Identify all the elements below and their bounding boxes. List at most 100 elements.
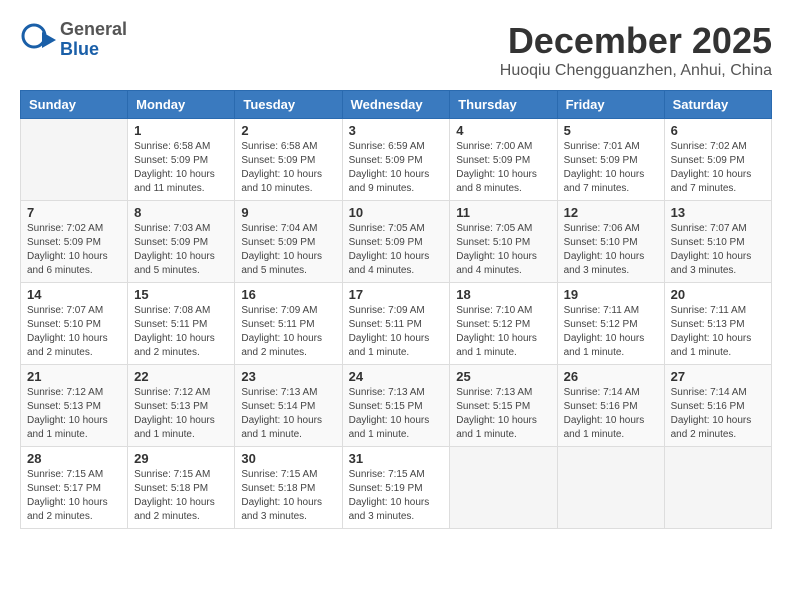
day-number: 28 [27, 451, 121, 466]
location: Huoqiu Chengguanzhen, Anhui, China [500, 62, 772, 80]
calendar-cell: 20 Sunrise: 7:11 AMSunset: 5:13 PMDayligh… [664, 283, 771, 365]
day-number: 9 [241, 205, 335, 220]
day-number: 12 [564, 205, 658, 220]
weekday-header-saturday: Saturday [664, 91, 771, 119]
calendar-cell: 16 Sunrise: 7:09 AMSunset: 5:11 PMDayligh… [235, 283, 342, 365]
weekday-header-sunday: Sunday [21, 91, 128, 119]
title-section: December 2025 Huoqiu Chengguanzhen, Anhu… [500, 20, 772, 80]
day-info: Sunrise: 7:15 AMSunset: 5:18 PMDaylight:… [241, 468, 335, 524]
day-info: Sunrise: 7:11 AMSunset: 5:13 PMDaylight:… [671, 304, 765, 360]
day-number: 1 [134, 123, 228, 138]
day-number: 13 [671, 205, 765, 220]
day-number: 8 [134, 205, 228, 220]
calendar-cell: 28Sunrise: 7:15 AMSunset: 5:17 PMDayligh… [21, 447, 128, 529]
calendar-cell: 10 Sunrise: 7:05 AMSunset: 5:09 PMDayligh… [342, 201, 450, 283]
day-info: Sunrise: 7:07 AMSunset: 5:10 PMDaylight:… [671, 222, 765, 278]
calendar-week-row: 14 Sunrise: 7:07 AMSunset: 5:10 PMDayligh… [21, 283, 772, 365]
day-info: Sunrise: 7:10 AMSunset: 5:12 PMDaylight:… [456, 304, 550, 360]
calendar-cell: 18 Sunrise: 7:10 AMSunset: 5:12 PMDayligh… [450, 283, 557, 365]
day-info: Sunrise: 7:13 AMSunset: 5:14 PMDaylight:… [241, 386, 335, 442]
day-number: 17 [349, 287, 444, 302]
logo-blue-text: Blue [60, 40, 127, 60]
weekday-header-friday: Friday [557, 91, 664, 119]
calendar-week-row: 21 Sunrise: 7:12 AMSunset: 5:13 PMDayligh… [21, 365, 772, 447]
calendar-cell: 11Sunrise: 7:05 AMSunset: 5:10 PMDayligh… [450, 201, 557, 283]
day-number: 15 [134, 287, 228, 302]
calendar-cell: 21 Sunrise: 7:12 AMSunset: 5:13 PMDayligh… [21, 365, 128, 447]
calendar-cell: 6Sunrise: 7:02 AMSunset: 5:09 PMDaylight… [664, 119, 771, 201]
calendar-week-row: 1 Sunrise: 6:58 AMSunset: 5:09 PMDaylight… [21, 119, 772, 201]
calendar-cell: 12Sunrise: 7:06 AMSunset: 5:10 PMDayligh… [557, 201, 664, 283]
calendar-cell: 9 Sunrise: 7:04 AMSunset: 5:09 PMDaylight… [235, 201, 342, 283]
calendar-cell: 22 Sunrise: 7:12 AMSunset: 5:13 PMDayligh… [128, 365, 235, 447]
calendar-cell: 8 Sunrise: 7:03 AMSunset: 5:09 PMDaylight… [128, 201, 235, 283]
day-number: 16 [241, 287, 335, 302]
weekday-header-monday: Monday [128, 91, 235, 119]
day-info: Sunrise: 7:04 AMSunset: 5:09 PMDaylight:… [241, 222, 335, 278]
day-number: 7 [27, 205, 121, 220]
day-info: Sunrise: 7:05 AMSunset: 5:10 PMDaylight:… [456, 222, 550, 278]
day-number: 29 [134, 451, 228, 466]
day-info: Sunrise: 6:59 AMSunset: 5:09 PMDaylight:… [349, 140, 444, 196]
calendar-cell: 2 Sunrise: 6:58 AMSunset: 5:09 PMDaylight… [235, 119, 342, 201]
day-info: Sunrise: 7:13 AMSunset: 5:15 PMDaylight:… [456, 386, 550, 442]
day-number: 27 [671, 369, 765, 384]
calendar-cell: 26Sunrise: 7:14 AMSunset: 5:16 PMDayligh… [557, 365, 664, 447]
day-info: Sunrise: 7:00 AMSunset: 5:09 PMDaylight:… [456, 140, 550, 196]
day-number: 24 [349, 369, 444, 384]
day-info: Sunrise: 6:58 AMSunset: 5:09 PMDaylight:… [134, 140, 228, 196]
day-info: Sunrise: 7:03 AMSunset: 5:09 PMDaylight:… [134, 222, 228, 278]
day-number: 21 [27, 369, 121, 384]
calendar-cell: 13 Sunrise: 7:07 AMSunset: 5:10 PMDayligh… [664, 201, 771, 283]
day-number: 26 [564, 369, 658, 384]
calendar-cell: 24 Sunrise: 7:13 AMSunset: 5:15 PMDayligh… [342, 365, 450, 447]
day-info: Sunrise: 7:05 AMSunset: 5:09 PMDaylight:… [349, 222, 444, 278]
day-info: Sunrise: 7:15 AMSunset: 5:18 PMDaylight:… [134, 468, 228, 524]
day-info: Sunrise: 7:13 AMSunset: 5:15 PMDaylight:… [349, 386, 444, 442]
weekday-header-wednesday: Wednesday [342, 91, 450, 119]
calendar-cell: 3Sunrise: 6:59 AMSunset: 5:09 PMDaylight… [342, 119, 450, 201]
weekday-header-tuesday: Tuesday [235, 91, 342, 119]
calendar-cell: 4 Sunrise: 7:00 AMSunset: 5:09 PMDaylight… [450, 119, 557, 201]
day-info: Sunrise: 7:07 AMSunset: 5:10 PMDaylight:… [27, 304, 121, 360]
day-number: 25 [456, 369, 550, 384]
day-number: 5 [564, 123, 658, 138]
calendar-cell: 17 Sunrise: 7:09 AMSunset: 5:11 PMDayligh… [342, 283, 450, 365]
day-number: 23 [241, 369, 335, 384]
day-number: 10 [349, 205, 444, 220]
calendar-cell [557, 447, 664, 529]
calendar-cell [664, 447, 771, 529]
day-number: 22 [134, 369, 228, 384]
day-number: 6 [671, 123, 765, 138]
day-number: 4 [456, 123, 550, 138]
calendar-cell: 27 Sunrise: 7:14 AMSunset: 5:16 PMDayligh… [664, 365, 771, 447]
day-number: 30 [241, 451, 335, 466]
calendar-cell: 5 Sunrise: 7:01 AMSunset: 5:09 PMDaylight… [557, 119, 664, 201]
day-info: Sunrise: 7:12 AMSunset: 5:13 PMDaylight:… [134, 386, 228, 442]
calendar-cell: 30 Sunrise: 7:15 AMSunset: 5:18 PMDayligh… [235, 447, 342, 529]
day-info: Sunrise: 7:09 AMSunset: 5:11 PMDaylight:… [241, 304, 335, 360]
calendar-cell: 14 Sunrise: 7:07 AMSunset: 5:10 PMDayligh… [21, 283, 128, 365]
day-info: Sunrise: 7:01 AMSunset: 5:09 PMDaylight:… [564, 140, 658, 196]
calendar-week-row: 7Sunrise: 7:02 AMSunset: 5:09 PMDaylight… [21, 201, 772, 283]
day-number: 18 [456, 287, 550, 302]
day-info: Sunrise: 7:12 AMSunset: 5:13 PMDaylight:… [27, 386, 121, 442]
day-number: 2 [241, 123, 335, 138]
day-info: Sunrise: 7:08 AMSunset: 5:11 PMDaylight:… [134, 304, 228, 360]
day-info: Sunrise: 6:58 AMSunset: 5:09 PMDaylight:… [241, 140, 335, 196]
calendar-cell: 23 Sunrise: 7:13 AMSunset: 5:14 PMDayligh… [235, 365, 342, 447]
weekday-header-thursday: Thursday [450, 91, 557, 119]
page-header: General Blue December 2025 Huoqiu Chengg… [20, 20, 772, 80]
day-number: 20 [671, 287, 765, 302]
calendar-cell: 25 Sunrise: 7:13 AMSunset: 5:15 PMDayligh… [450, 365, 557, 447]
day-info: Sunrise: 7:09 AMSunset: 5:11 PMDaylight:… [349, 304, 444, 360]
calendar-cell [450, 447, 557, 529]
calendar-cell [21, 119, 128, 201]
calendar-cell: 7Sunrise: 7:02 AMSunset: 5:09 PMDaylight… [21, 201, 128, 283]
calendar-cell: 19Sunrise: 7:11 AMSunset: 5:12 PMDayligh… [557, 283, 664, 365]
day-number: 19 [564, 287, 658, 302]
day-number: 14 [27, 287, 121, 302]
calendar-cell: 15 Sunrise: 7:08 AMSunset: 5:11 PMDayligh… [128, 283, 235, 365]
calendar-cell: 31Sunrise: 7:15 AMSunset: 5:19 PMDayligh… [342, 447, 450, 529]
day-info: Sunrise: 7:14 AMSunset: 5:16 PMDaylight:… [671, 386, 765, 442]
